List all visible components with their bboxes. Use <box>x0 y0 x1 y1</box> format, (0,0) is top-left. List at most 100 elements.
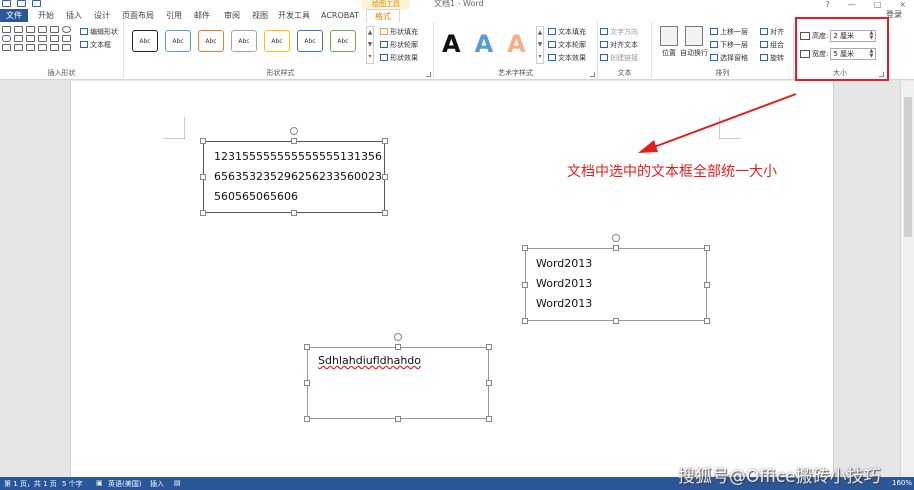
text-box-button[interactable]: 文本框 <box>80 40 111 50</box>
create-link-button[interactable]: 创建链接 <box>600 53 638 63</box>
align-text-button[interactable]: 对齐文本 <box>600 40 638 50</box>
shape-style-swatch[interactable]: Abc <box>231 30 257 52</box>
resize-handle[interactable] <box>704 282 710 288</box>
shape-style-swatch[interactable]: Abc <box>330 30 356 52</box>
tab-references[interactable]: 引用 <box>162 9 186 22</box>
shape-rect-icon[interactable] <box>50 26 59 33</box>
resize-handle[interactable] <box>522 245 528 251</box>
shape-callout-icon[interactable] <box>62 35 71 42</box>
resize-handle[interactable] <box>704 318 710 324</box>
rotate-button[interactable]: 旋转 <box>760 53 784 63</box>
tab-page-layout[interactable]: 页面布局 <box>120 9 156 22</box>
resize-handle[interactable] <box>395 344 401 350</box>
resize-handle[interactable] <box>486 416 492 422</box>
shape-style-swatch[interactable]: Abc <box>264 30 290 52</box>
text-direction-button[interactable]: 文字方向 <box>600 27 638 37</box>
resize-handle[interactable] <box>200 174 206 180</box>
width-spinner-icon[interactable]: ▲ ▼ <box>870 49 874 59</box>
resize-handle[interactable] <box>395 416 401 422</box>
shape-fill-button[interactable]: 形状填充 <box>380 27 418 37</box>
shape-brace-icon[interactable] <box>26 44 35 51</box>
shape-rounded-rect-icon[interactable] <box>2 35 11 42</box>
word-count[interactable]: 5 个字 <box>62 479 83 489</box>
save-icon[interactable] <box>2 0 11 7</box>
tab-mailings[interactable]: 邮件 <box>190 9 214 22</box>
maximize-button[interactable]: □ <box>874 0 882 9</box>
proofing-icon[interactable]: ▣ <box>96 479 103 487</box>
tab-insert[interactable]: 插入 <box>62 9 86 22</box>
macro-icon[interactable]: ▤ <box>174 479 181 487</box>
shape-style-scroll[interactable]: ▲ ▼ ▾ <box>366 26 374 64</box>
resize-handle[interactable] <box>304 416 310 422</box>
selection-pane-button[interactable]: 选择窗格 <box>710 53 748 63</box>
wordart-style-orange[interactable]: A <box>507 30 526 58</box>
shape-block-arrow-icon[interactable] <box>38 35 47 42</box>
shape-elbow-icon[interactable] <box>26 35 35 42</box>
resize-handle[interactable] <box>291 138 297 144</box>
text-outline-button[interactable]: 文本轮廓 <box>548 40 586 50</box>
rotate-handle-3[interactable] <box>394 333 402 341</box>
tab-review[interactable]: 审阅 <box>220 9 244 22</box>
tab-home[interactable]: 开始 <box>34 9 58 22</box>
minimize-button[interactable]: — <box>848 0 856 9</box>
shape-curve-icon[interactable] <box>14 44 23 51</box>
align-button[interactable]: 对齐 <box>760 27 784 37</box>
shape-style-swatch[interactable]: Abc <box>132 30 158 52</box>
scrollbar-thumb[interactable] <box>904 97 912 237</box>
language[interactable]: 英语(美国) <box>108 479 141 489</box>
shape-outline-button[interactable]: 形状轮廓 <box>380 40 418 50</box>
text-box-2[interactable]: Word2013 Word2013 Word2013 <box>525 248 707 321</box>
wordart-style-blue[interactable]: A <box>475 30 494 58</box>
resize-handle[interactable] <box>200 138 206 144</box>
wrap-text-button[interactable]: 自动换行 <box>678 26 710 58</box>
shape-triangle-icon[interactable] <box>14 35 23 42</box>
resize-handle[interactable] <box>304 344 310 350</box>
text-box-1[interactable]: 123155555555555555131356 656353235296256… <box>203 141 385 213</box>
shape-line-icon[interactable] <box>26 26 35 33</box>
shape-rectangle-icon[interactable] <box>2 26 11 33</box>
tab-file[interactable]: 文件 <box>0 9 28 22</box>
height-spinner-icon[interactable]: ▲ ▼ <box>870 31 874 41</box>
page-count[interactable]: 第 1 页，共 1 页 <box>4 479 57 489</box>
width-input[interactable]: 5 厘米 ▲ ▼ <box>830 48 877 60</box>
shape-heart-icon[interactable] <box>50 44 59 51</box>
tab-acrobat[interactable]: ACROBAT <box>318 9 362 22</box>
redo-icon[interactable] <box>32 0 41 7</box>
send-backward-button[interactable]: 下移一层 <box>710 40 748 50</box>
shape-star-icon[interactable] <box>50 35 59 42</box>
login-link[interactable]: 登录 <box>886 9 902 20</box>
resize-handle[interactable] <box>382 138 388 144</box>
shape-styles-launcher-icon[interactable] <box>426 72 431 77</box>
wordart-scroll[interactable]: ▲ ▼ ▾ <box>536 26 544 64</box>
text-box-3[interactable]: Sdhlahdiufldhahdo <box>307 347 489 419</box>
shape-style-swatch[interactable]: Abc <box>165 30 191 52</box>
tab-view[interactable]: 视图 <box>248 9 272 22</box>
rotate-handle-1[interactable] <box>290 127 298 135</box>
resize-handle[interactable] <box>613 245 619 251</box>
resize-handle[interactable] <box>486 380 492 386</box>
shape-arrow-icon[interactable] <box>38 26 47 33</box>
tab-format[interactable]: 格式 <box>366 9 400 22</box>
tab-developer[interactable]: 开发工具 <box>276 9 312 22</box>
vertical-scrollbar[interactable] <box>900 81 914 477</box>
insert-mode[interactable]: 插入 <box>150 479 164 489</box>
resize-handle[interactable] <box>522 282 528 288</box>
shape-style-swatch[interactable]: Abc <box>198 30 224 52</box>
tab-design[interactable]: 设计 <box>90 9 114 22</box>
shape-effects-button[interactable]: 形状效果 <box>380 53 418 63</box>
height-input[interactable]: 2 厘米 ▲ ▼ <box>830 30 877 42</box>
close-button[interactable]: × <box>899 0 906 9</box>
group-button[interactable]: 组合 <box>760 40 784 50</box>
shape-bracket-icon[interactable] <box>38 44 47 51</box>
shape-more-icon[interactable] <box>62 44 71 51</box>
shape-oval-icon[interactable] <box>62 26 71 33</box>
resize-handle[interactable] <box>304 380 310 386</box>
resize-handle[interactable] <box>382 174 388 180</box>
size-launcher-icon[interactable] <box>879 72 884 77</box>
resize-handle[interactable] <box>291 210 297 216</box>
zoom-level[interactable]: 160% <box>892 479 912 487</box>
shape-freeform-icon[interactable] <box>2 44 11 51</box>
resize-handle[interactable] <box>382 210 388 216</box>
resize-handle[interactable] <box>200 210 206 216</box>
wordart-launcher-icon[interactable] <box>590 72 595 77</box>
